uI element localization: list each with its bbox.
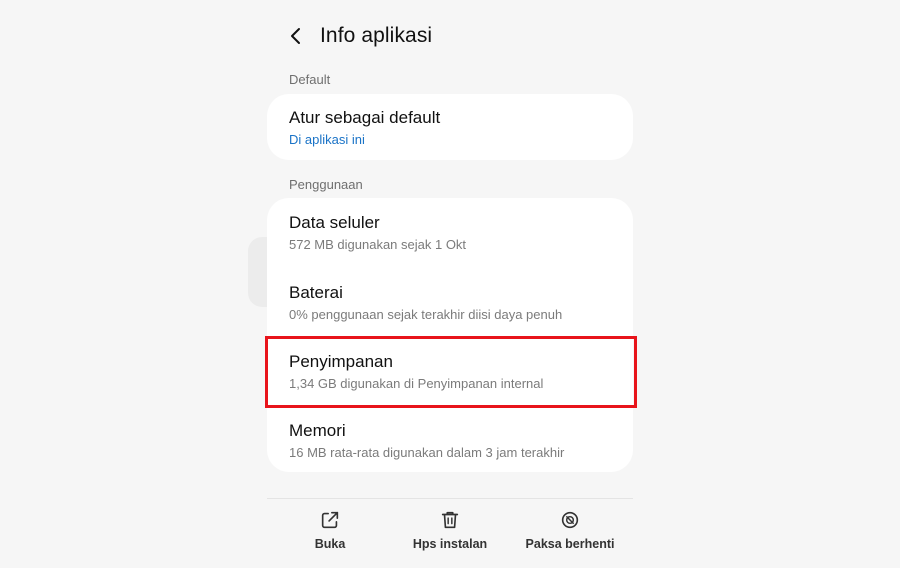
- storage-subtitle: 1,34 GB digunakan di Penyimpanan interna…: [289, 376, 544, 391]
- usage-item-storage[interactable]: Penyimpanan 1,34 GB digunakan di Penyimp…: [289, 352, 617, 392]
- bottom-action-bar: Buka Hps instalan Paksa berhenti: [267, 498, 633, 568]
- set-default-title: Atur sebagai default: [289, 108, 441, 127]
- uninstall-label: Hps instalan: [412, 537, 488, 551]
- uninstall-button[interactable]: Hps instalan: [395, 509, 505, 551]
- usage-item-battery[interactable]: Baterai 0% penggunaan sejak terakhir dii…: [289, 283, 617, 323]
- chevron-left-icon: [291, 28, 300, 44]
- battery-subtitle: 0% penggunaan sejak terakhir diisi daya …: [289, 307, 563, 322]
- storage-title: Penyimpanan: [289, 352, 393, 371]
- memory-subtitle: 16 MB rata-rata digunakan dalam 3 jam te…: [289, 445, 565, 460]
- section-label-default: Default: [289, 72, 331, 87]
- memory-title: Memori: [289, 421, 346, 440]
- force-stop-button[interactable]: Paksa berhenti: [515, 509, 625, 551]
- app-bar: Info aplikasi: [280, 18, 640, 54]
- set-default-item[interactable]: Atur sebagai default Di aplikasi ini: [289, 108, 617, 148]
- battery-title: Baterai: [289, 283, 343, 302]
- force-stop-label: Paksa berhenti: [525, 537, 615, 551]
- usage-item-memory[interactable]: Memori 16 MB rata-rata digunakan dalam 3…: [289, 421, 617, 461]
- usage-item-mobile-data[interactable]: Data seluler 572 MB digunakan sejak 1 Ok…: [289, 213, 617, 253]
- open-button[interactable]: Buka: [275, 509, 385, 551]
- section-label-usage: Penggunaan: [289, 177, 363, 192]
- usage-card: Data seluler 572 MB digunakan sejak 1 Ok…: [267, 198, 633, 472]
- open-external-icon: [321, 511, 339, 529]
- trash-icon: [441, 511, 459, 529]
- set-default-subtitle: Di aplikasi ini: [289, 132, 365, 147]
- mobile-data-subtitle: 572 MB digunakan sejak 1 Okt: [289, 237, 467, 252]
- mobile-data-title: Data seluler: [289, 213, 380, 232]
- default-card: Atur sebagai default Di aplikasi ini: [267, 94, 633, 160]
- block-icon: [561, 511, 579, 529]
- back-button[interactable]: [280, 20, 312, 52]
- page-title: Info aplikasi: [320, 24, 433, 47]
- open-label: Buka: [314, 537, 346, 551]
